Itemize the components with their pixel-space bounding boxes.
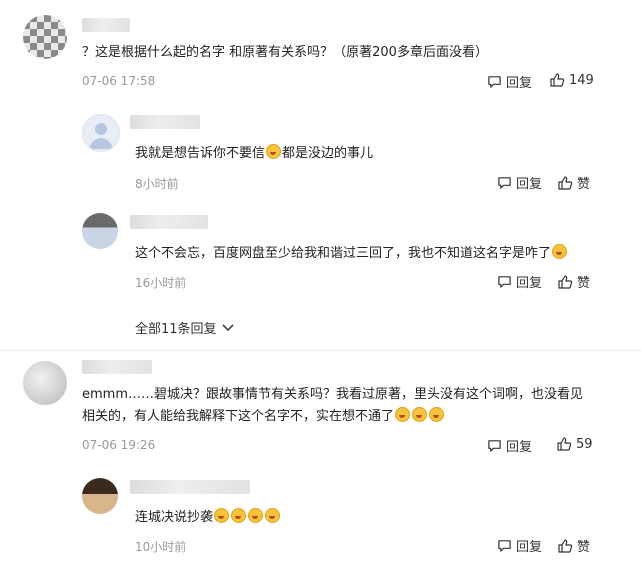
- comment-time: 07-06 19:26: [82, 438, 156, 452]
- like-button[interactable]: 赞: [557, 173, 590, 192]
- laughing-crying-emoji-icon: [266, 144, 282, 159]
- laughing-crying-emoji-icon: [248, 508, 264, 523]
- reply-label: 回复: [516, 540, 543, 555]
- comment-text: ？这是根据什么起的名字 和原著有关系吗？（原著200多章后面没看）: [82, 45, 488, 60]
- avatar[interactable]: [82, 478, 118, 514]
- like-label: 赞: [577, 276, 591, 291]
- avatar[interactable]: [82, 213, 118, 249]
- laughing-crying-emoji-icon: [231, 508, 247, 523]
- reply-text: 我就是想告诉你不要信 都是没边的事儿: [135, 143, 373, 165]
- avatar[interactable]: [23, 15, 67, 59]
- thumbs-up-icon: [557, 274, 573, 290]
- reply-text-part: 都是没边的事儿: [282, 146, 374, 161]
- laughing-crying-emoji-icon: [395, 407, 411, 422]
- reply-label: 回复: [516, 276, 543, 291]
- reply-button[interactable]: 回复: [487, 436, 532, 455]
- comment-bubble-icon: [497, 538, 512, 553]
- comment-text-line: emmm……碧城决？跟故事情节有关系吗？我看过原著，里头没有这个词啊，也没看见: [82, 387, 583, 402]
- thumbs-up-icon: [549, 72, 565, 88]
- reply-time: 16小时前: [135, 276, 187, 290]
- username-blurred[interactable]: [82, 18, 130, 32]
- avatar[interactable]: [82, 114, 120, 152]
- laughing-crying-emoji-icon: [412, 407, 428, 422]
- laughing-crying-emoji-icon: [429, 407, 445, 422]
- reply-text-part: 连城决说抄袭: [135, 510, 214, 525]
- comment-bubble-icon: [497, 274, 512, 289]
- reply-button[interactable]: 回复: [497, 173, 542, 192]
- reply-text-part: 我就是想告诉你不要信: [135, 146, 266, 161]
- username-blurred[interactable]: [82, 360, 152, 374]
- username-blurred[interactable]: [130, 480, 250, 494]
- username-blurred[interactable]: [130, 215, 208, 229]
- reply-text: 连城决说抄袭: [135, 507, 281, 529]
- reply-text-part: 这个不会忘，百度网盘至少给我和谐过三回了，我也不知道这名字是咋了: [135, 246, 552, 261]
- reply-label: 回复: [506, 440, 533, 455]
- reply-label: 回复: [506, 76, 533, 91]
- thumbs-up-icon: [557, 538, 573, 554]
- like-button[interactable]: 149: [549, 72, 594, 88]
- like-count: 59: [576, 436, 593, 452]
- chevron-down-icon: [221, 323, 235, 333]
- comment-text-line: 相关的，有人能给我解释下这个名字不，实在想不通了: [82, 406, 445, 428]
- laughing-crying-emoji-icon: [552, 244, 568, 259]
- like-button[interactable]: 赞: [557, 272, 590, 291]
- comment-bubble-icon: [487, 74, 502, 89]
- reply-button[interactable]: 回复: [487, 72, 532, 91]
- comment-bubble-icon: [497, 175, 512, 190]
- all-replies-label: 全部11条回复: [135, 322, 217, 337]
- like-button[interactable]: 59: [556, 436, 593, 452]
- comment-text-part: 相关的，有人能给我解释下这个名字不，实在想不通了: [82, 409, 395, 424]
- reply-time: 8小时前: [135, 177, 179, 191]
- like-label: 赞: [577, 177, 591, 192]
- comment-divider: [0, 350, 641, 351]
- like-button[interactable]: 赞: [557, 536, 590, 555]
- comment-bubble-icon: [487, 438, 502, 453]
- comment-time: 07-06 17:58: [82, 74, 156, 88]
- laughing-crying-emoji-icon: [214, 508, 230, 523]
- like-label: 赞: [577, 540, 591, 555]
- laughing-crying-emoji-icon: [265, 508, 281, 523]
- avatar[interactable]: [23, 361, 67, 405]
- reply-button[interactable]: 回复: [497, 536, 542, 555]
- reply-time: 10小时前: [135, 540, 187, 554]
- like-count: 149: [569, 72, 594, 88]
- view-all-replies-button[interactable]: 全部11条回复: [135, 318, 235, 337]
- thumbs-up-icon: [557, 175, 573, 191]
- reply-text: 这个不会忘，百度网盘至少给我和谐过三回了，我也不知道这名字是咋了: [135, 243, 568, 265]
- reply-button[interactable]: 回复: [497, 272, 542, 291]
- username-blurred[interactable]: [130, 115, 200, 129]
- reply-label: 回复: [516, 177, 543, 192]
- thumbs-up-icon: [556, 436, 572, 452]
